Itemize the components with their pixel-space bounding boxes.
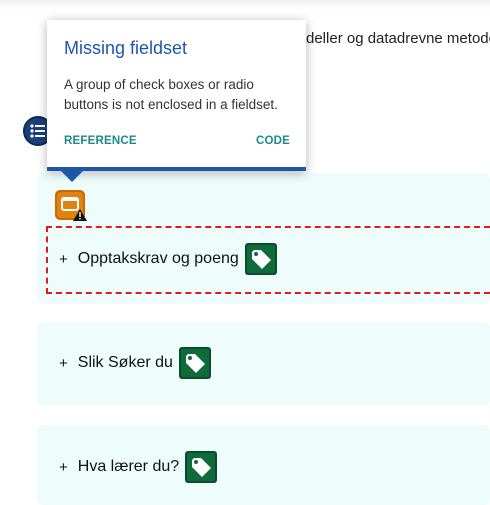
section-toggle-hva-laerer[interactable]: + Hva lærer du?: [59, 451, 218, 483]
section-toggle-opptakskrav[interactable]: + Opptakskrav og poeng: [59, 243, 277, 275]
popup-title: Missing fieldset: [64, 38, 188, 58]
expand-prefix: +: [59, 250, 68, 268]
popup-description: A group of check boxes or radio buttons …: [64, 77, 278, 112]
expand-prefix: +: [59, 458, 68, 476]
issue-popup: Missing fieldset A group of check boxes …: [47, 20, 306, 171]
expand-prefix: +: [59, 354, 68, 372]
top-shadow: [0, 0, 490, 10]
tag-icon[interactable]: [244, 243, 277, 275]
code-link[interactable]: CODE: [256, 135, 290, 147]
reference-link[interactable]: REFERENCE: [64, 135, 137, 147]
page-text-fragment: deller og datadrevne metoder: [306, 30, 490, 47]
section-label: Opptakskrav og poeng: [77, 250, 239, 267]
tag-icon[interactable]: [185, 451, 218, 483]
section-label: Hva lærer du?: [77, 458, 180, 475]
section-toggle-slik-soker[interactable]: + Slik Søker du: [59, 347, 211, 379]
fieldset-alert-icon[interactable]: [55, 190, 87, 222]
popup-pointer: [60, 170, 84, 182]
section-label: Slik Søker du: [77, 354, 173, 371]
tag-icon[interactable]: [178, 347, 211, 379]
